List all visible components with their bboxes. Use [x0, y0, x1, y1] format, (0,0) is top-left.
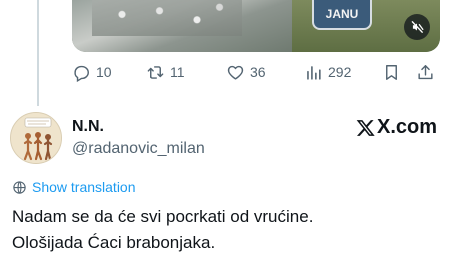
- tweet-video-thumbnail[interactable]: JANU: [72, 0, 440, 52]
- heart-icon: [227, 65, 244, 80]
- tweet-action-bar: 10 11 36 292: [72, 60, 440, 84]
- analytics-icon: [307, 65, 321, 80]
- reply-count: 10: [96, 64, 112, 80]
- thread-connector-line: [37, 0, 39, 106]
- like-button[interactable]: 36: [226, 63, 266, 82]
- views-button[interactable]: 292: [304, 63, 351, 82]
- share-button[interactable]: [416, 63, 435, 82]
- show-translation-link[interactable]: Show translation: [12, 179, 136, 195]
- volume-muted-icon[interactable]: [404, 14, 430, 40]
- share-icon: [418, 64, 433, 79]
- source-brand-text: X.com: [377, 116, 438, 138]
- bookmark-icon: [386, 64, 397, 80]
- globe-icon: [13, 180, 26, 194]
- avatar[interactable]: [10, 112, 62, 164]
- display-name[interactable]: N.N.: [72, 118, 104, 136]
- user-handle[interactable]: @radanovic_milan: [72, 140, 205, 158]
- view-count: 292: [328, 64, 352, 80]
- source-brand: X.com: [356, 116, 437, 139]
- x-logo-icon: [356, 119, 375, 136]
- video-crowd-area: [92, 0, 242, 36]
- retweet-button[interactable]: 11: [146, 63, 185, 82]
- retweet-count: 11: [170, 64, 185, 80]
- tweet-text: Nadam se da će svi pocrkati od vrućine. …: [12, 204, 442, 253]
- tweet-text-line-1: Nadam se da će svi pocrkati od vrućine.: [12, 207, 314, 226]
- reply-button[interactable]: 10: [72, 63, 112, 82]
- reply-icon: [74, 65, 89, 82]
- like-count: 36: [250, 64, 266, 80]
- show-translation-label[interactable]: Show translation: [32, 179, 136, 195]
- retweet-icon: [147, 65, 164, 79]
- tweet-text-line-2: Ološijada Ćaci brabonjaka.: [12, 233, 216, 252]
- video-sign: JANU: [312, 0, 372, 30]
- avatar-cartoon-icon: [11, 113, 61, 163]
- bookmark-button[interactable]: [382, 63, 401, 82]
